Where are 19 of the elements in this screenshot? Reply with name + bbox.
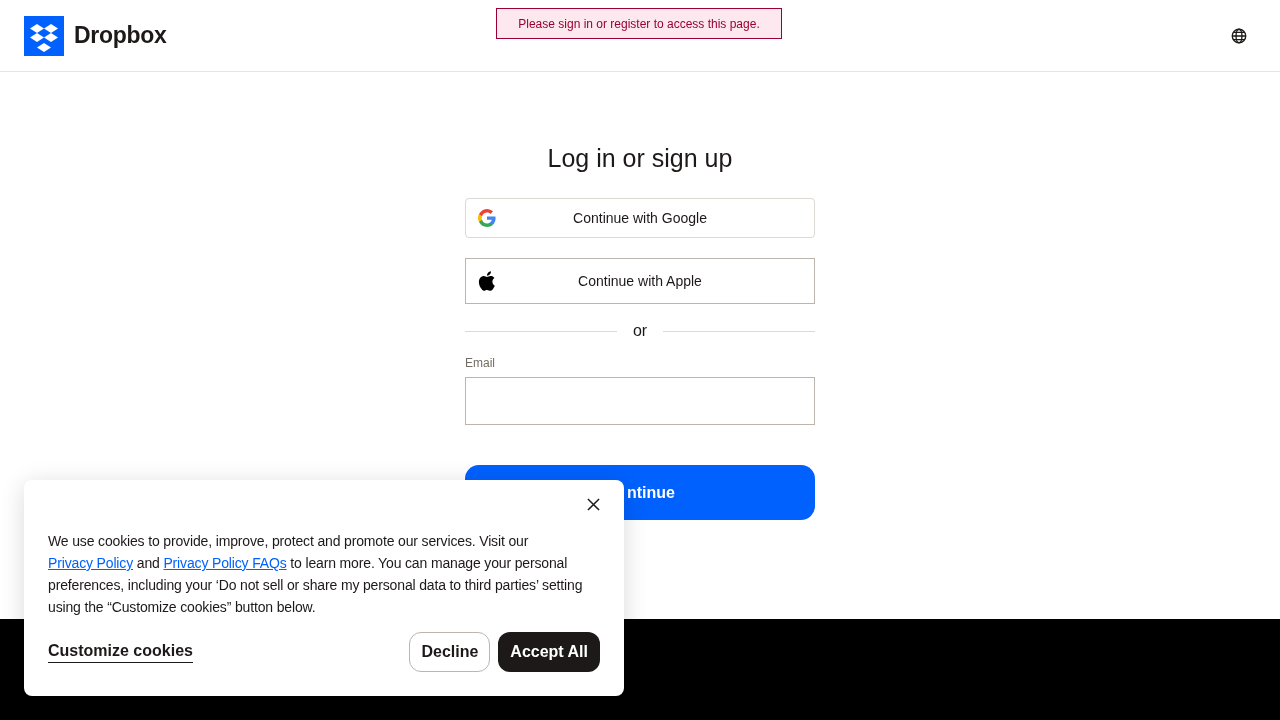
cookie-message: We use cookies to provide, improve, protect and promote our services. Visit our Privacy Policy and Privacy Policy FAQs to learn more. You can manage your personal preferences, including your ‘Do not sell or share my personal data to third parties’ setting using the “Customize cookies” button below.: [48, 532, 584, 617]
divider-text: or: [631, 322, 649, 340]
close-icon[interactable]: [587, 498, 600, 511]
privacy-link[interactable]: Privacy Policy FAQs: [163, 555, 287, 571]
accept-all-button[interactable]: Accept All: [498, 632, 600, 672]
customize-cookies-link[interactable]: Customize cookies: [48, 641, 193, 663]
apple-icon: [478, 271, 496, 291]
google-icon: [478, 208, 496, 228]
google-sign-in-button[interactable]: Continue with Google: [465, 198, 815, 238]
email-field[interactable]: [465, 377, 815, 425]
dropbox-logo-icon[interactable]: [24, 15, 64, 56]
logo-text[interactable]: Dropbox: [74, 22, 167, 49]
decline-button[interactable]: Decline: [409, 632, 491, 672]
alert-message: Please sign in or register to access this page.: [496, 8, 782, 39]
form-title: Log in or sign up: [546, 143, 734, 174]
apple-sign-in-button[interactable]: Continue with Apple: [465, 258, 815, 304]
privacy-link[interactable]: Privacy Policy: [48, 555, 134, 571]
globe-icon[interactable]: [1230, 26, 1248, 45]
field-label: Email: [465, 356, 496, 370]
